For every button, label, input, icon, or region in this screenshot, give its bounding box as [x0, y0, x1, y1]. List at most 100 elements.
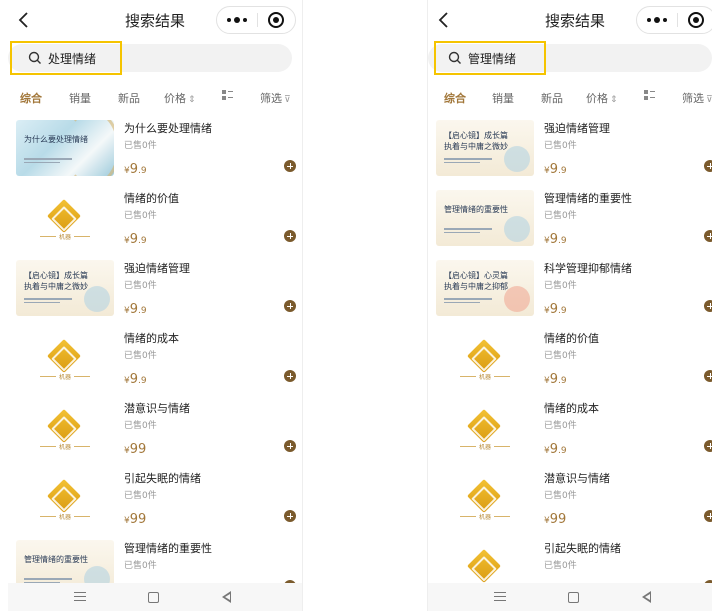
- sort-bar: 综合 销量 新品 价格 ⇕ 筛选 ⊽: [428, 88, 712, 108]
- sold-count: 已售0件: [124, 351, 157, 361]
- price-decimal: .9: [138, 236, 147, 246]
- list-item[interactable]: 机器 情绪的价值 已售0件 ¥9.9: [428, 322, 712, 392]
- sold-count: 已售0件: [544, 421, 577, 431]
- tab-comprehensive[interactable]: 综合: [20, 90, 42, 106]
- price: ¥9.9: [544, 298, 567, 317]
- list-item[interactable]: 机器 潜意识与情绪 已售0件 ¥99: [8, 392, 302, 462]
- product-thumbnail: 机器: [436, 400, 534, 456]
- price-integer: 9: [549, 302, 559, 317]
- price-integer: 99: [549, 512, 567, 527]
- logo-text: 机器: [475, 444, 494, 451]
- sort-bar: 综合 销量 新品 价格 ⇕ 筛选 ⊽: [8, 88, 302, 108]
- price-integer: 9: [549, 232, 559, 247]
- thumbnail-title: 【启心镜】成长篇 执着与中庸之微妙: [24, 271, 88, 291]
- list-item[interactable]: 机器 潜意识与情绪 已售0件 ¥99: [428, 462, 712, 532]
- product-name: 科学管理抑郁情绪: [544, 262, 632, 275]
- search-input[interactable]: 处理情绪: [8, 44, 292, 72]
- home-icon[interactable]: [568, 592, 579, 603]
- tab-new[interactable]: 新品: [118, 90, 140, 106]
- tab-price[interactable]: 价格 ⇕: [164, 90, 196, 106]
- tab-comprehensive[interactable]: 综合: [444, 90, 466, 106]
- list-item[interactable]: 机器 情绪的价值 已售0件 ¥9.9: [8, 182, 302, 252]
- sold-count: 已售0件: [124, 421, 157, 431]
- price: ¥9.9: [124, 228, 147, 247]
- price: ¥99: [124, 508, 146, 527]
- tab-price-label: 价格: [586, 92, 608, 105]
- tab-sales[interactable]: 销量: [69, 90, 91, 106]
- plus-circle-icon[interactable]: [284, 160, 296, 172]
- target-icon[interactable]: [257, 7, 295, 33]
- price: ¥9.9: [544, 368, 567, 387]
- tab-new[interactable]: 新品: [541, 90, 563, 106]
- plus-circle-icon[interactable]: [284, 230, 296, 242]
- sold-count: 已售0件: [124, 281, 157, 291]
- menu-icon[interactable]: [74, 592, 86, 604]
- tab-filter[interactable]: 筛选 ⊽: [682, 90, 712, 106]
- brand-logo-icon: [467, 409, 501, 443]
- price-decimal: .9: [558, 236, 567, 246]
- product-thumbnail: 机器: [16, 400, 114, 456]
- list-item[interactable]: 机器 情绪的成本 已售0件 ¥9.9: [8, 322, 302, 392]
- plus-circle-icon[interactable]: [704, 440, 712, 452]
- back-triangle-icon[interactable]: [222, 591, 231, 603]
- sort-toggle-icon: ⇕: [610, 95, 618, 105]
- product-name: 情绪的价值: [124, 192, 179, 205]
- phone-screen-left: 搜索结果 处理情绪 综合 销量 新品 价格 ⇕ 筛选 ⊽ 为什么要处理情绪 为什么要…: [8, 0, 302, 611]
- thumbnail-title: 为什么要处理情绪: [24, 135, 88, 144]
- tab-filter[interactable]: 筛选 ⊽: [260, 90, 291, 106]
- plus-circle-icon[interactable]: [284, 370, 296, 382]
- search-input[interactable]: 管理情绪: [428, 44, 712, 72]
- more-dots-icon[interactable]: [637, 7, 677, 33]
- brand-logo-icon: [47, 339, 81, 373]
- back-triangle-icon[interactable]: [642, 591, 651, 603]
- list-item[interactable]: 【启心镜】心灵篇 执着与中庸之抑郁 科学管理抑郁情绪 已售0件 ¥9.9: [428, 252, 712, 322]
- tab-filter-label: 筛选: [682, 92, 704, 105]
- price-decimal: .9: [558, 306, 567, 316]
- product-name: 管理情绪的重要性: [544, 192, 632, 205]
- brand-logo-icon: [467, 339, 501, 373]
- sold-count: 已售0件: [544, 281, 577, 291]
- product-name: 引起失眠的情绪: [544, 542, 621, 555]
- price-integer: 9: [129, 372, 139, 387]
- plus-circle-icon[interactable]: [704, 160, 712, 172]
- price-decimal: .9: [558, 376, 567, 386]
- list-item[interactable]: 机器 情绪的成本 已售0件 ¥9.9: [428, 392, 712, 462]
- thumbnail-title: 管理情绪的重要性: [24, 555, 88, 564]
- product-thumbnail: 机器: [436, 470, 534, 526]
- search-icon: [448, 51, 461, 64]
- plus-circle-icon[interactable]: [704, 230, 712, 242]
- plus-circle-icon[interactable]: [284, 300, 296, 312]
- list-item[interactable]: 为什么要处理情绪 为什么要处理情绪 已售0件 ¥9.9: [8, 112, 302, 182]
- logo-text: 机器: [55, 234, 74, 241]
- product-name: 情绪的成本: [124, 332, 179, 345]
- plus-circle-icon[interactable]: [704, 370, 712, 382]
- product-thumbnail: 机器: [16, 190, 114, 246]
- plus-circle-icon[interactable]: [704, 300, 712, 312]
- mini-program-capsule: [216, 6, 296, 34]
- list-item[interactable]: 【启心镜】成长篇 执着与中庸之微妙 强迫情绪管理 已售0件 ¥9.9: [428, 112, 712, 182]
- tab-price-label: 价格: [164, 92, 186, 105]
- grid-view-icon[interactable]: [222, 90, 233, 101]
- plus-circle-icon[interactable]: [284, 510, 296, 522]
- plus-circle-icon[interactable]: [284, 440, 296, 452]
- product-name: 潜意识与情绪: [544, 472, 610, 485]
- home-icon[interactable]: [148, 592, 159, 603]
- menu-icon[interactable]: [494, 592, 506, 604]
- plus-circle-icon[interactable]: [704, 510, 712, 522]
- target-icon[interactable]: [677, 7, 712, 33]
- sold-count: 已售0件: [544, 211, 577, 221]
- price-decimal: .9: [138, 306, 147, 316]
- list-item[interactable]: 机器 引起失眠的情绪 已售0件 ¥99: [8, 462, 302, 532]
- grid-view-icon[interactable]: [644, 90, 655, 101]
- list-item[interactable]: 管理情绪的重要性 管理情绪的重要性 已售0件 ¥9.9: [428, 182, 712, 252]
- tab-sales[interactable]: 销量: [492, 90, 514, 106]
- logo-text: 机器: [55, 514, 74, 521]
- brand-logo-icon: [467, 549, 501, 583]
- search-icon: [28, 51, 41, 64]
- list-item[interactable]: 【启心镜】成长篇 执着与中庸之微妙 强迫情绪管理 已售0件 ¥9.9: [8, 252, 302, 322]
- search-query: 处理情绪: [48, 52, 97, 66]
- more-dots-icon[interactable]: [217, 7, 257, 33]
- product-name: 情绪的成本: [544, 402, 599, 415]
- price: ¥99: [544, 508, 566, 527]
- tab-price[interactable]: 价格 ⇕: [586, 90, 618, 106]
